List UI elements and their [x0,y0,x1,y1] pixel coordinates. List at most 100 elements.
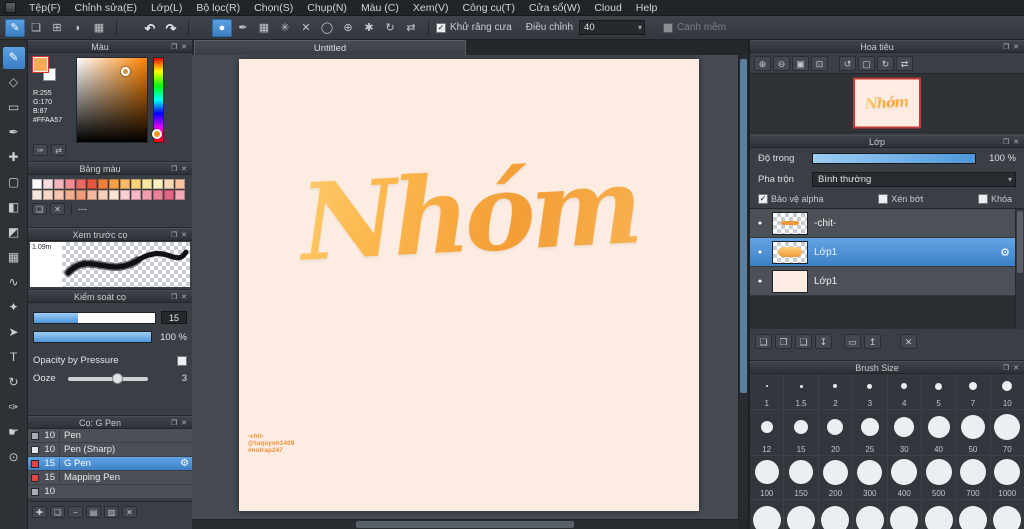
delete-palette-icon[interactable]: ✕ [50,203,65,215]
pressure-checkbox[interactable] [177,355,187,366]
delete-brush-icon[interactable]: ✕ [122,506,137,518]
layer-visibility-icon[interactable]: ● [754,220,766,227]
clear-layer-icon[interactable]: ▭ [844,333,861,349]
palette-swatch[interactable] [32,179,42,189]
brush-size-option[interactable]: 12 [750,410,785,455]
brush-opacity-slider[interactable] [33,331,152,343]
canvas[interactable]: Nhóm -chit- @tuquynh1409 #notrap247 [239,59,699,511]
panel-close-icon[interactable]: ✕ [179,231,189,239]
zoom-tool[interactable]: ⊙ [3,447,25,469]
panel-popout-icon[interactable]: ❐ [169,43,179,51]
duplicate-brush-icon[interactable]: ❏ [50,506,65,518]
palette-swatch[interactable] [142,190,152,200]
brush-size-option[interactable]: 25 [853,410,888,455]
brush-size-option[interactable]: 500 [922,456,957,499]
cross-snap-icon[interactable]: ✳ [275,19,295,37]
brush-size-option[interactable]: 4 [888,374,922,409]
brush-size-option[interactable]: 700 [956,456,991,499]
layer-visibility-icon[interactable]: ● [754,278,766,285]
palette-swatch[interactable] [131,190,141,200]
redo-icon[interactable]: ↷ [161,19,181,37]
menu-item[interactable]: Chụp(N) [300,0,354,16]
brush-size-option[interactable] [819,500,854,529]
ooze-slider[interactable] [68,372,148,384]
brush-list-item[interactable]: 15 Mapping Pen [28,471,192,485]
brush-size-option[interactable] [991,500,1024,529]
brush-size-option[interactable]: 20 [819,410,854,455]
palette-swatch[interactable] [98,190,108,200]
eyedropper-tool[interactable]: ✑ [3,397,25,419]
panel-popout-icon[interactable]: ❐ [169,231,179,239]
menu-item[interactable]: Cửa sổ(W) [522,0,587,16]
brush-size-option[interactable] [922,500,957,529]
palette-swatch[interactable] [43,179,53,189]
palette-swatch[interactable] [98,179,108,189]
palette-swatch[interactable] [32,190,42,200]
brush-size-option[interactable]: 70 [991,410,1024,455]
palette-swatch[interactable] [175,190,185,200]
hue-slider[interactable] [152,57,164,143]
blend-mode-select[interactable]: Bình thường ▾ [812,172,1016,187]
panel-popout-icon[interactable]: ❐ [1001,43,1011,51]
brush-size-option[interactable]: 1.5 [784,374,819,409]
swap-colors-icon[interactable]: ⇄ [51,144,66,156]
rotate-right-icon[interactable]: ↻ [877,55,894,71]
brush-size-option[interactable]: 3 [853,374,888,409]
zoom-reset-icon[interactable]: ⊡ [811,55,828,71]
layer-visibility-icon[interactable]: ● [754,249,766,256]
flip-horizontal-icon[interactable]: ⇄ [896,55,913,71]
menu-item[interactable]: Bộ lọc(R) [189,0,247,16]
panel-popout-icon[interactable]: ❐ [1001,364,1011,372]
panel-close-icon[interactable]: ✕ [179,43,189,51]
canvas-viewport[interactable]: Nhóm -chit- @tuquynh1409 #notrap247 [192,55,748,529]
menu-item[interactable]: Help [629,0,665,16]
layer-opacity-slider[interactable] [812,153,976,164]
fill-tool[interactable]: ◧ [3,197,25,219]
palette-swatch[interactable] [54,179,64,189]
panel-popout-icon[interactable]: ❐ [169,419,179,427]
rotate-left-icon[interactable]: ↺ [839,55,856,71]
rotate-tool[interactable]: ↻ [3,372,25,394]
panel-close-icon[interactable]: ✕ [1011,364,1021,372]
brush-size-option[interactable] [888,500,922,529]
zoom-out-icon[interactable]: ⊖ [773,55,790,71]
brush-tool[interactable]: ✎ [2,47,25,69]
palette-swatch[interactable] [120,190,130,200]
palette-swatch[interactable] [164,179,174,189]
panel-close-icon[interactable]: ✕ [179,165,189,173]
toolbar-comment-icon[interactable]: ◗ [68,19,88,37]
brush-list-item[interactable]: 10 [28,485,192,499]
palette-swatch[interactable] [109,179,119,189]
alpha-protect-checkbox[interactable]: ✓ Bảo vệ alpha [758,194,824,204]
fit-window-icon[interactable]: ▣ [792,55,809,71]
toolbar-clipboard-icon[interactable]: ❏ [26,19,46,37]
brush-size-option[interactable]: 2 [819,374,854,409]
adjust-select[interactable]: 40 ▾ [579,20,646,35]
brush-size-slider[interactable] [33,311,156,324]
soft-edge-checkbox[interactable]: Canh mềm [663,22,726,33]
palette-swatch[interactable] [131,179,141,189]
copy-layer-icon[interactable]: ❑ [795,333,812,349]
rotate-snap-icon[interactable]: ↻ [380,19,400,37]
brush-folder-icon[interactable]: ▤ [86,506,101,518]
brush-size-option[interactable] [956,500,991,529]
horizontal-scrollbar[interactable] [192,519,738,529]
clipping-checkbox[interactable]: Xén bớt [878,194,923,204]
layer-row[interactable]: ● Lớp1 ⚙ [750,238,1024,267]
brush-folder2-icon[interactable]: ▥ [104,506,119,518]
brush-size-option[interactable]: 150 [784,456,819,499]
brush-size-option[interactable]: 100 [750,456,785,499]
gradient-tool[interactable]: ◩ [3,222,25,244]
brush-size-option[interactable]: 1 [750,374,785,409]
new-palette-icon[interactable]: ❏ [32,203,47,215]
layer-row[interactable]: ● Lớp1 [750,267,1024,296]
ellipse-snap-icon[interactable]: ◯ [317,19,337,37]
vertical-scrollbar[interactable] [738,55,748,519]
palette-swatch[interactable] [43,190,53,200]
panel-close-icon[interactable]: ✕ [1011,43,1021,51]
menu-item[interactable]: Cloud [587,0,628,16]
palette-swatch[interactable] [109,190,119,200]
zoom-in-icon[interactable]: ⊕ [754,55,771,71]
toolbar-grid-icon[interactable]: ▦ [89,19,109,37]
parallel-snap-icon[interactable]: ⇄ [401,19,421,37]
